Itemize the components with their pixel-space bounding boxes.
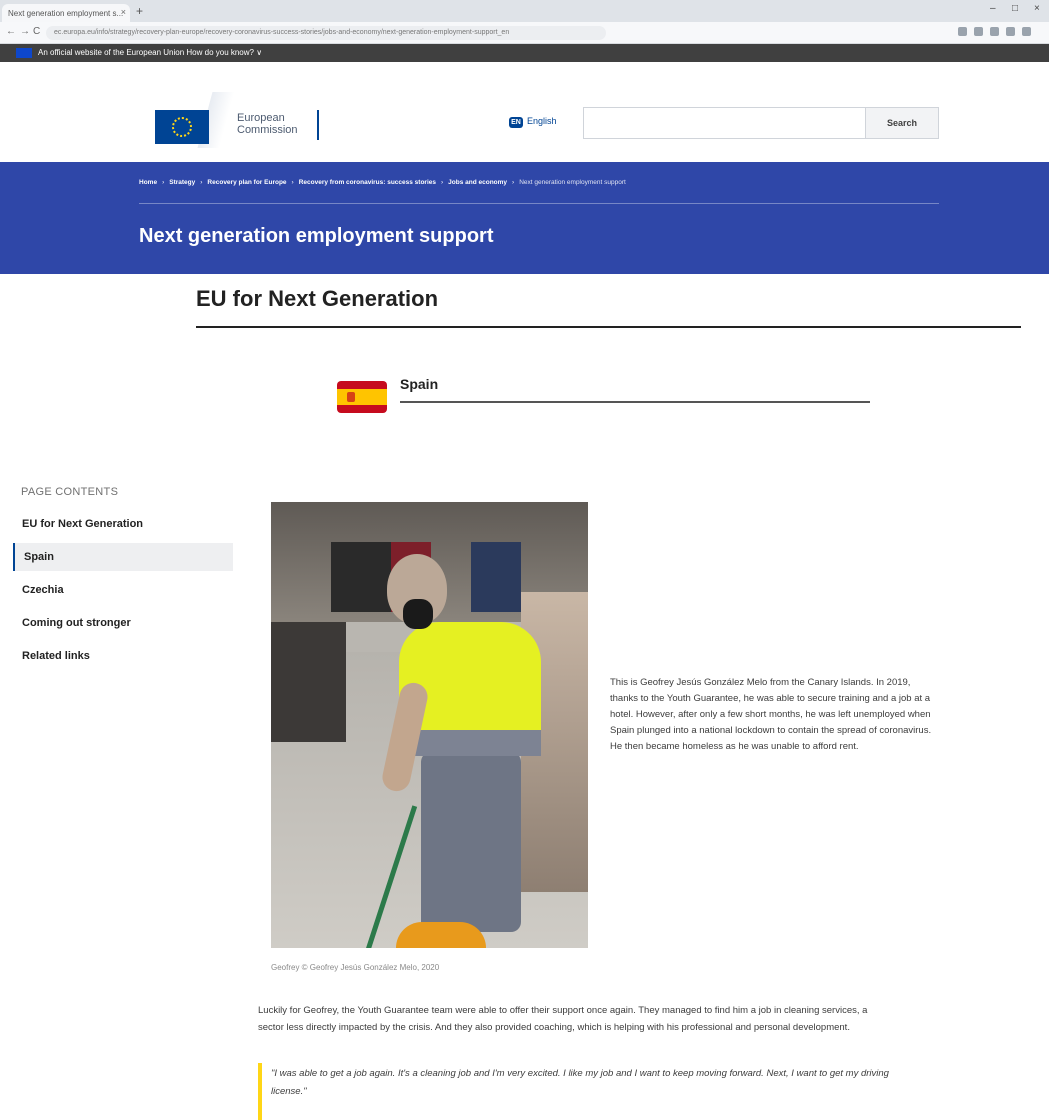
logo-divider (317, 110, 319, 140)
breadcrumb-item-current: Next generation employment support (519, 179, 626, 186)
country-rule (400, 401, 870, 403)
minimize-icon[interactable]: – (990, 3, 996, 14)
window-close-icon[interactable]: × (1034, 3, 1040, 14)
story-photo (271, 502, 588, 948)
sidebar-item-czechia[interactable]: Czechia (13, 576, 233, 604)
breadcrumb-item-home[interactable]: Home (139, 179, 157, 186)
spain-flag-icon (337, 381, 387, 413)
sidebar-item-label: Coming out stronger (22, 617, 131, 629)
browser-tab[interactable]: Next generation employment s... × (2, 4, 130, 22)
page-contents-heading: PAGE CONTENTS (21, 486, 119, 498)
breadcrumb-separator-icon: › (512, 179, 515, 186)
url-field[interactable]: ec.europa.eu/info/strategy/recovery-plan… (46, 26, 606, 40)
breadcrumb-item-jobs-economy[interactable]: Jobs and economy (448, 179, 507, 186)
photo-caption: Geofrey © Geofrey Jesús González Melo, 2… (271, 963, 440, 972)
story-body-paragraph: Luckily for Geofrey, the Youth Guarantee… (258, 1005, 868, 1033)
bookmark-icon[interactable] (990, 27, 999, 36)
breadcrumb-item-strategy[interactable]: Strategy (169, 179, 195, 186)
eu-flag-icon (16, 48, 32, 58)
forward-icon[interactable]: → (20, 26, 30, 37)
eu-logo-icon[interactable] (155, 110, 209, 144)
sidebar-item-label: Related links (22, 650, 90, 662)
quote-bar (258, 1063, 262, 1120)
breadcrumb: Home › Strategy › Recovery plan for Europe › R… (139, 179, 626, 186)
search-input[interactable] (583, 107, 865, 139)
new-tab-icon[interactable]: + (136, 4, 143, 18)
eu-official-banner: An official website of the European Unio… (0, 44, 1049, 62)
menu-icon[interactable] (1022, 27, 1031, 36)
logo-text[interactable]: European Commission (237, 112, 298, 136)
breadcrumb-separator-icon: › (441, 179, 444, 186)
sidebar-item-related-links[interactable]: Related links (13, 642, 233, 670)
back-icon[interactable]: ← (6, 26, 16, 37)
sidebar-item-eu-next-generation[interactable]: EU for Next Generation (13, 510, 233, 538)
maximize-icon[interactable]: □ (1012, 3, 1018, 14)
profile-icon[interactable] (1006, 27, 1015, 36)
section-heading: EU for Next Generation (196, 286, 439, 311)
sidebar-item-label: EU for Next Generation (22, 518, 144, 530)
sidebar-item-spain[interactable]: Spain (13, 543, 233, 571)
sidebar-item-coming-out-stronger[interactable]: Coming out stronger (13, 609, 233, 637)
reload-icon[interactable]: C (33, 26, 40, 37)
logo-line-1: European (237, 112, 285, 124)
language-selector[interactable]: EN English (509, 116, 557, 128)
logo-line-2: Commission (237, 124, 298, 136)
browser-tab-bar: Next generation employment s... × + – □ … (0, 0, 1049, 22)
page-title: Next generation employment support (139, 225, 494, 247)
story-intro-paragraph: This is Geofrey Jesús González Melo from… (610, 677, 932, 752)
section-rule (196, 326, 1021, 328)
breadcrumb-item-success-stories[interactable]: Recovery from coronavirus: success stori… (299, 179, 436, 186)
band-divider (139, 203, 939, 204)
breadcrumb-separator-icon: › (200, 179, 203, 186)
country-heading: Spain (400, 376, 439, 392)
sidebar-item-label: Czechia (22, 584, 64, 596)
language-icon: EN (509, 117, 523, 128)
tab-title: Next generation employment s... (8, 9, 124, 18)
sidebar-item-label: Spain (24, 551, 54, 563)
extension-icon[interactable] (958, 27, 967, 36)
breadcrumb-separator-icon: › (162, 179, 165, 186)
language-label: English (527, 116, 557, 126)
extension-icon[interactable] (974, 27, 983, 36)
eu-stars-icon (172, 117, 192, 137)
breadcrumb-separator-icon: › (291, 179, 294, 186)
testimonial-quote: "I was able to get a job again. It's a c… (271, 1068, 889, 1097)
tab-close-icon[interactable]: × (121, 7, 126, 17)
eu-banner-text[interactable]: An official website of the European Unio… (38, 48, 262, 57)
search-button[interactable]: Search (865, 107, 939, 139)
address-bar: ← → C ec.europa.eu/info/strategy/recover… (0, 22, 1049, 44)
breadcrumb-item-recovery-plan[interactable]: Recovery plan for Europe (207, 179, 286, 186)
